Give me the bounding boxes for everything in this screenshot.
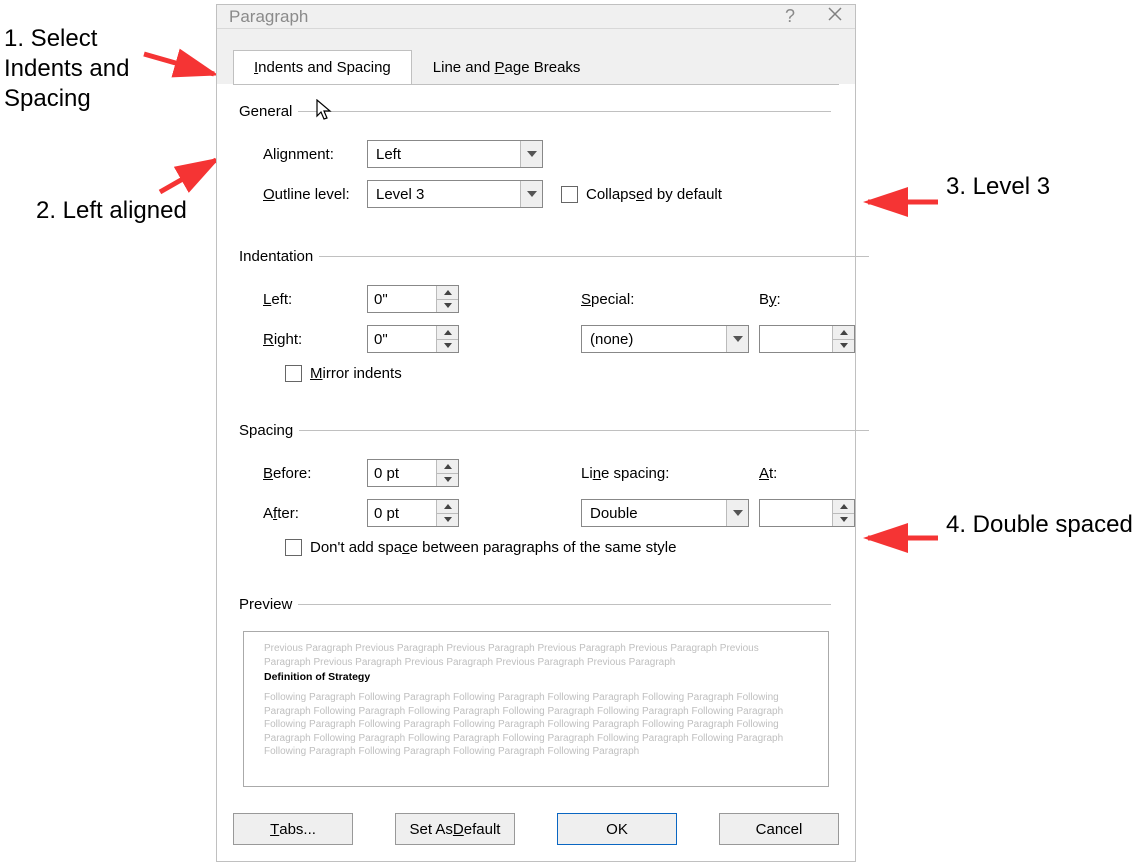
indent-left-label: Left:: [263, 291, 367, 308]
noaddspace-label: Don't add space between paragraphs of th…: [310, 539, 676, 556]
dialog-content: General Alignment: Left Outline level: L…: [233, 84, 839, 799]
spinner-down-icon[interactable]: [437, 514, 458, 527]
line-spacing-combo[interactable]: Double: [581, 499, 749, 527]
spinner-up-icon[interactable]: [437, 500, 458, 514]
checkbox-icon: [561, 186, 578, 203]
legend-indentation: Indentation: [239, 248, 319, 265]
tab-indents-spacing[interactable]: Indents and Spacing: [233, 50, 412, 85]
spinner-down-icon[interactable]: [833, 340, 854, 353]
section-indentation: Indentation Left: 0" Special: By: Right:…: [241, 248, 869, 394]
before-spinner[interactable]: 0 pt: [367, 459, 459, 487]
spinner-down-icon[interactable]: [437, 300, 458, 313]
spinner-up-icon[interactable]: [833, 500, 854, 514]
set-default-button[interactable]: Set As Default: [395, 813, 515, 845]
annotation-3: 3. Level 3: [946, 172, 1050, 202]
indent-right-spinner[interactable]: 0": [367, 325, 459, 353]
before-label: Before:: [263, 465, 367, 482]
collapsed-checkbox[interactable]: Collapsed by default: [561, 186, 722, 203]
outline-value: Level 3: [368, 186, 520, 203]
spinner-down-icon[interactable]: [437, 474, 458, 487]
spinner-up-icon[interactable]: [437, 326, 458, 340]
preview-box: Previous Paragraph Previous Paragraph Pr…: [243, 631, 829, 787]
annotation-1: 1. Select Indents and Spacing: [4, 24, 129, 114]
spinner-down-icon[interactable]: [437, 340, 458, 353]
tab-row: Indents and Spacing Line and Page Breaks: [217, 29, 855, 84]
spinner-up-icon[interactable]: [833, 326, 854, 340]
arrow-3-icon: [862, 194, 942, 217]
title-bar: Paragraph ?: [217, 5, 855, 29]
after-spinner[interactable]: 0 pt: [367, 499, 459, 527]
tab-line-page-breaks[interactable]: Line and Page Breaks: [412, 50, 602, 85]
legend-spacing: Spacing: [239, 422, 299, 439]
section-preview: Preview Previous Paragraph Previous Para…: [241, 596, 831, 787]
indent-left-value: 0": [368, 286, 436, 312]
spinner-down-icon[interactable]: [833, 514, 854, 527]
mirror-checkbox[interactable]: Mirror indents: [285, 365, 402, 382]
indent-left-spinner[interactable]: 0": [367, 285, 459, 313]
close-icon[interactable]: [827, 6, 843, 27]
arrow-4-icon: [862, 530, 942, 553]
dialog-title: Paragraph: [229, 7, 308, 27]
preview-sample-text: Definition of Strategy: [264, 671, 808, 683]
help-icon[interactable]: ?: [785, 6, 795, 27]
arrow-1-icon: [144, 54, 224, 107]
preview-following-text: Following Paragraph Following Paragraph …: [264, 691, 808, 759]
mirror-label: Mirror indents: [310, 365, 402, 382]
chevron-down-icon[interactable]: [726, 326, 748, 352]
special-combo[interactable]: (none): [581, 325, 749, 353]
after-label: After:: [263, 505, 367, 522]
annotation-4: 4. Double spaced: [946, 510, 1133, 540]
outline-combo[interactable]: Level 3: [367, 180, 543, 208]
spinner-up-icon[interactable]: [437, 460, 458, 474]
special-label: Special:: [581, 291, 634, 308]
at-spinner[interactable]: [759, 499, 855, 527]
after-value: 0 pt: [368, 500, 436, 526]
ok-button[interactable]: OK: [557, 813, 677, 845]
chevron-down-icon[interactable]: [520, 181, 542, 207]
collapsed-label: Collapsed by default: [586, 186, 722, 203]
cancel-button[interactable]: Cancel: [719, 813, 839, 845]
before-value: 0 pt: [368, 460, 436, 486]
paragraph-dialog: Paragraph ? Indents and Spacing Line and…: [216, 4, 856, 862]
by-spinner[interactable]: [759, 325, 855, 353]
chevron-down-icon[interactable]: [726, 500, 748, 526]
spinner-up-icon[interactable]: [437, 286, 458, 300]
at-value: [760, 500, 832, 526]
section-spacing: Spacing Before: 0 pt Line spacing: At: A…: [241, 422, 869, 568]
alignment-combo[interactable]: Left: [367, 140, 543, 168]
checkbox-icon: [285, 539, 302, 556]
alignment-value: Left: [368, 146, 520, 163]
at-label: At:: [759, 465, 777, 482]
noaddspace-checkbox[interactable]: Don't add space between paragraphs of th…: [285, 539, 676, 556]
cursor-icon: [315, 99, 333, 124]
indent-right-label: Right:: [263, 331, 367, 348]
legend-preview: Preview: [239, 596, 298, 613]
indent-right-value: 0": [368, 326, 436, 352]
tab-indents-label: ndents and Spacing: [258, 59, 391, 76]
by-label: By:: [759, 291, 781, 308]
legend-general: General: [239, 103, 298, 120]
chevron-down-icon[interactable]: [520, 141, 542, 167]
dialog-footer: Tabs... Set As Default OK Cancel: [217, 799, 855, 861]
tabs-button[interactable]: Tabs...: [233, 813, 353, 845]
outline-label: Outline level:: [263, 186, 367, 203]
line-spacing-value: Double: [582, 505, 726, 522]
checkbox-icon: [285, 365, 302, 382]
by-value: [760, 326, 832, 352]
special-value: (none): [582, 331, 726, 348]
preview-previous-text: Previous Paragraph Previous Paragraph Pr…: [264, 642, 808, 669]
alignment-label: Alignment:: [263, 146, 367, 163]
line-spacing-label: Line spacing:: [581, 465, 669, 482]
